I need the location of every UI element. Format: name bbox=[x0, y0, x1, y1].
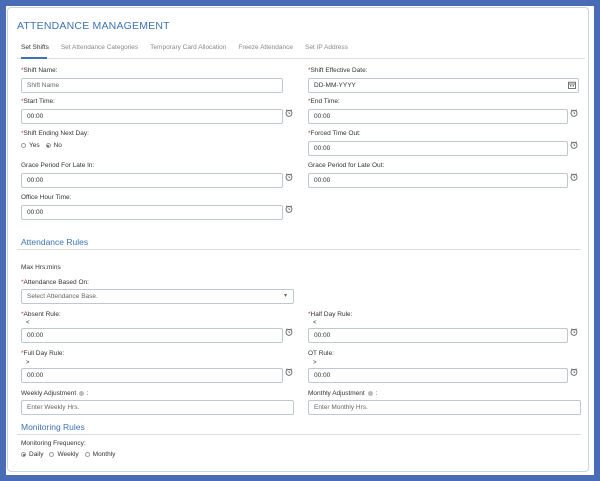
chevron-down-icon[interactable]: ▾ bbox=[284, 292, 287, 299]
clock-icon[interactable] bbox=[285, 328, 293, 336]
weekly-radio[interactable] bbox=[49, 452, 55, 457]
attendance-rules-divider bbox=[17, 249, 581, 250]
no-label: No bbox=[53, 142, 62, 149]
absent-rule-input[interactable]: 00:00 bbox=[21, 328, 283, 343]
clock-icon[interactable] bbox=[285, 368, 293, 376]
info-icon[interactable] bbox=[367, 390, 373, 396]
effective-date-label: *Shift Effective Date: bbox=[308, 67, 368, 74]
half-day-rule-label: *Half Day Rule: bbox=[308, 311, 353, 318]
weekly-adjustment-label: Weekly Adjustment : bbox=[21, 390, 89, 397]
forced-time-out-input[interactable]: 00:00 bbox=[308, 141, 568, 156]
clock-icon[interactable] bbox=[570, 109, 578, 117]
yes-label: Yes bbox=[29, 142, 40, 149]
max-hrs-label: Max Hrs:mins bbox=[21, 264, 61, 271]
grace-late-out-label: Grace Period for Late Out: bbox=[308, 162, 385, 169]
clock-icon[interactable] bbox=[285, 173, 293, 181]
monthly-radio-option[interactable]: Monthly bbox=[84, 451, 116, 458]
half-day-rule-operator: < bbox=[313, 320, 317, 326]
monthly-label: Monthly bbox=[92, 451, 116, 458]
tab-bar: Set Shifts Set Attendance Categories Tem… bbox=[21, 44, 360, 58]
office-hour-input[interactable]: 00:00 bbox=[21, 205, 283, 220]
clock-icon[interactable] bbox=[570, 368, 578, 376]
end-time-label: *End Time: bbox=[308, 98, 340, 105]
page-title: ATTENDANCE MANAGEMENT bbox=[17, 20, 170, 32]
monthly-adjustment-input[interactable]: Enter Monthly Hrs. bbox=[308, 400, 581, 415]
clock-icon[interactable] bbox=[570, 328, 578, 336]
tab-set-attendance-categories[interactable]: Set Attendance Categories bbox=[61, 44, 138, 58]
weekly-label: Weekly bbox=[57, 451, 79, 458]
calendar-icon[interactable] bbox=[568, 81, 576, 89]
tab-set-shifts[interactable]: Set Shifts bbox=[21, 44, 49, 58]
clock-icon[interactable] bbox=[570, 141, 578, 149]
grace-late-in-input[interactable]: 00:00 bbox=[21, 173, 283, 188]
shift-ending-next-day-radios: Yes No bbox=[21, 142, 68, 149]
absent-rule-label: *Absent Rule: bbox=[21, 311, 61, 318]
shift-name-input[interactable]: Shift Name bbox=[21, 78, 283, 93]
monitoring-rules-title: Monitoring Rules bbox=[21, 422, 85, 432]
clock-icon[interactable] bbox=[285, 205, 293, 213]
start-time-label: *Start Time: bbox=[21, 98, 55, 105]
tab-set-ip-address[interactable]: Set IP Address bbox=[305, 44, 348, 58]
full-day-rule-operator: > bbox=[26, 360, 30, 366]
daily-radio[interactable] bbox=[21, 452, 26, 457]
monthly-radio[interactable] bbox=[84, 452, 90, 457]
clock-icon[interactable] bbox=[285, 109, 293, 117]
forced-time-out-label: *Forced Time Out: bbox=[308, 130, 361, 137]
full-day-rule-label: *Full Day Rule: bbox=[21, 350, 65, 357]
weekly-adjustment-input[interactable]: Enter Weekly Hrs. bbox=[21, 400, 294, 415]
effective-date-input[interactable]: DD-MM-YYYY bbox=[308, 78, 579, 93]
absent-rule-operator: < bbox=[26, 320, 30, 326]
monitoring-frequency-radios: Daily Weekly Monthly bbox=[21, 451, 121, 458]
ot-rule-input[interactable]: 00:00 bbox=[308, 368, 568, 383]
daily-label: Daily bbox=[29, 451, 44, 458]
tab-divider bbox=[17, 58, 585, 59]
grace-late-out-input[interactable]: 00:00 bbox=[308, 173, 568, 188]
tab-temporary-card-allocation[interactable]: Temporary Card Allocation bbox=[150, 44, 226, 58]
active-tab-indicator bbox=[21, 57, 47, 59]
attendance-based-on-label: *Attendance Based On: bbox=[21, 279, 89, 286]
grace-late-in-label: Grace Period For Late In: bbox=[21, 162, 95, 169]
monthly-adjustment-label: Monthly Adjustment : bbox=[308, 390, 378, 397]
info-icon[interactable] bbox=[78, 390, 84, 396]
monitoring-frequency-label: Monitoring Frequency: bbox=[21, 440, 86, 447]
yes-radio[interactable] bbox=[21, 143, 26, 148]
full-day-rule-input[interactable]: 00:00 bbox=[21, 368, 283, 383]
ot-rule-operator: > bbox=[313, 360, 317, 366]
end-time-input[interactable]: 00:00 bbox=[308, 109, 568, 124]
tab-freeze-attendance[interactable]: Freeze Attendance bbox=[238, 44, 293, 58]
ot-rule-label: OT Rule: bbox=[308, 350, 334, 357]
monitoring-rules-divider bbox=[17, 434, 581, 435]
yes-radio-option[interactable]: Yes bbox=[21, 142, 40, 149]
daily-radio-option[interactable]: Daily bbox=[21, 451, 43, 458]
weekly-radio-option[interactable]: Weekly bbox=[49, 451, 79, 458]
no-radio-option[interactable]: No bbox=[45, 142, 62, 149]
office-hour-label: Office Hour Time: bbox=[21, 194, 72, 201]
half-day-rule-input[interactable]: 00:00 bbox=[308, 328, 568, 343]
no-radio[interactable] bbox=[45, 143, 51, 148]
start-time-input[interactable]: 00:00 bbox=[21, 109, 283, 124]
attendance-rules-title: Attendance Rules bbox=[21, 237, 89, 247]
clock-icon[interactable] bbox=[570, 173, 578, 181]
attendance-based-on-select[interactable]: Select Attendance Base. bbox=[21, 289, 294, 304]
shift-name-label: *Shift Name: bbox=[21, 67, 58, 74]
shift-ending-next-day-label: *Shift Ending Next Day: bbox=[21, 130, 89, 137]
